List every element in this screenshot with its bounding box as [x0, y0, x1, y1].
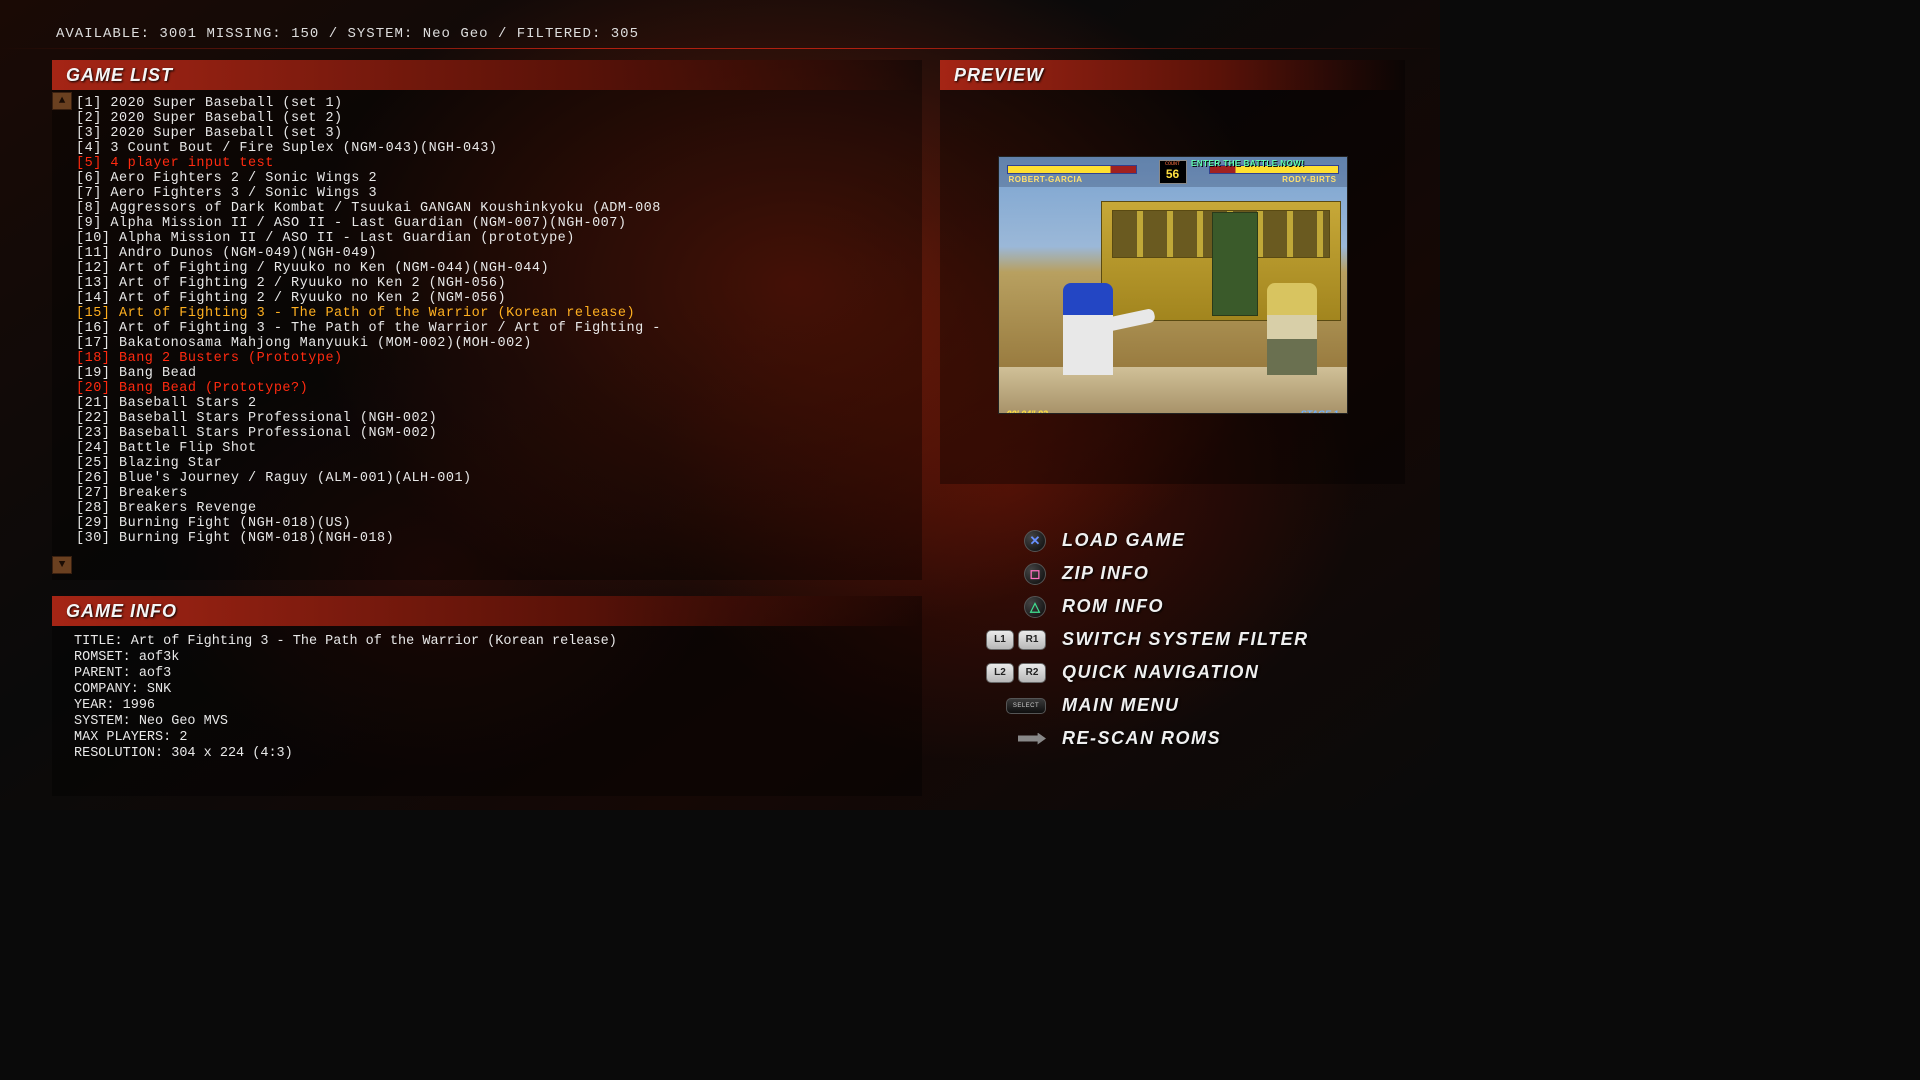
- preview-timer: COUNT 56: [1159, 160, 1187, 184]
- game-row[interactable]: [14] Art of Fighting 2 / Ryuuko no Ken 2…: [76, 291, 912, 306]
- preview-fighter-p2: [1267, 283, 1317, 375]
- info-title-value: Art of Fighting 3 - The Path of the Warr…: [131, 634, 617, 649]
- info-players-label: MAX PLAYERS:: [74, 730, 171, 745]
- r1-button-icon: R1: [1018, 630, 1046, 650]
- game-list-header: GAME LIST: [52, 60, 922, 90]
- select-button-icon: SELECT: [1006, 698, 1046, 714]
- l2-button-icon: L2: [986, 663, 1014, 683]
- preview-name-p2: RODY-BIRTS: [1282, 175, 1336, 184]
- action-quick-nav[interactable]: L2 R2 QUICK NAVIGATION: [966, 656, 1406, 689]
- start-button-icon: [1006, 732, 1046, 746]
- game-row[interactable]: [30] Burning Fight (NGM-018)(NGH-018): [76, 531, 912, 546]
- game-row[interactable]: [6] Aero Fighters 2 / Sonic Wings 2: [76, 171, 912, 186]
- game-row[interactable]: [8] Aggressors of Dark Kombat / Tsuukai …: [76, 201, 912, 216]
- game-row[interactable]: [24] Battle Flip Shot: [76, 441, 912, 456]
- preview-panel: PREVIEW ROBERT-GARCIA RODY-BIRTS COUNT 5…: [940, 60, 1405, 484]
- square-button-icon: ◻: [1024, 563, 1046, 585]
- game-row[interactable]: [16] Art of Fighting 3 - The Path of the…: [76, 321, 912, 336]
- action-rescan-roms[interactable]: RE-SCAN ROMS: [966, 722, 1406, 755]
- filtered-label: FILTERED:: [517, 26, 602, 42]
- info-year-label: YEAR:: [74, 698, 115, 713]
- game-row[interactable]: [1] 2020 Super Baseball (set 1): [76, 96, 912, 111]
- info-res-value: 304 x 224 (4:3): [171, 746, 293, 761]
- info-players-value: 2: [179, 730, 187, 745]
- game-row[interactable]: [4] 3 Count Bout / Fire Suplex (NGM-043)…: [76, 141, 912, 156]
- game-row[interactable]: [20] Bang Bead (Prototype?): [76, 381, 912, 396]
- action-load-game[interactable]: ✕ LOAD GAME: [966, 524, 1406, 557]
- available-value: 3001: [159, 26, 197, 42]
- r2-button-icon: R2: [1018, 663, 1046, 683]
- game-info-title: GAME INFO: [66, 601, 177, 622]
- preview-name-p1: ROBERT-GARCIA: [1009, 175, 1083, 184]
- preview-enter-battle: ENTER THE BATTLE.NOW!: [1191, 159, 1304, 168]
- game-row[interactable]: [11] Andro Dunos (NGM-049)(NGH-049): [76, 246, 912, 261]
- preview-time: 00' 04" 92: [1007, 409, 1048, 414]
- preview-title: PREVIEW: [954, 65, 1044, 86]
- action-switch-filter[interactable]: L1 R1 SWITCH SYSTEM FILTER: [966, 623, 1406, 656]
- scroll-up-icon[interactable]: ▲: [52, 92, 72, 110]
- missing-value: 150: [291, 26, 319, 42]
- game-row[interactable]: [5] 4 player input test: [76, 156, 912, 171]
- l1-button-icon: L1: [986, 630, 1014, 650]
- game-row[interactable]: [19] Bang Bead: [76, 366, 912, 381]
- game-row[interactable]: [10] Alpha Mission II / ASO II - Last Gu…: [76, 231, 912, 246]
- game-row[interactable]: [18] Bang 2 Busters (Prototype): [76, 351, 912, 366]
- info-title-label: TITLE:: [74, 634, 123, 649]
- game-row[interactable]: [26] Blue's Journey / Raguy (ALM-001)(AL…: [76, 471, 912, 486]
- game-row[interactable]: [28] Breakers Revenge: [76, 501, 912, 516]
- info-company-label: COMPANY:: [74, 682, 139, 697]
- game-row[interactable]: [15] Art of Fighting 3 - The Path of the…: [76, 306, 912, 321]
- game-row[interactable]: [2] 2020 Super Baseball (set 2): [76, 111, 912, 126]
- divider-line: [0, 48, 1440, 49]
- preview-body: ROBERT-GARCIA RODY-BIRTS COUNT 56 ENTER …: [940, 90, 1405, 480]
- info-parent-label: PARENT:: [74, 666, 131, 681]
- missing-label: MISSING:: [206, 26, 281, 42]
- info-company-value: SNK: [147, 682, 171, 697]
- action-zip-info[interactable]: ◻ ZIP INFO: [966, 557, 1406, 590]
- game-row[interactable]: [21] Baseball Stars 2: [76, 396, 912, 411]
- system-label: SYSTEM:: [348, 26, 414, 42]
- info-romset-value: aof3k: [139, 650, 180, 665]
- preview-header: PREVIEW: [940, 60, 1405, 90]
- filtered-value: 305: [611, 26, 639, 42]
- game-list-title: GAME LIST: [66, 65, 173, 86]
- triangle-button-icon: △: [1024, 596, 1046, 618]
- game-row[interactable]: [17] Bakatonosama Mahjong Manyuuki (MOM-…: [76, 336, 912, 351]
- game-row[interactable]: [3] 2020 Super Baseball (set 3): [76, 126, 912, 141]
- info-system-value: Neo Geo MVS: [139, 714, 228, 729]
- preview-fighter-p1: [1063, 283, 1113, 375]
- game-row[interactable]: [7] Aero Fighters 3 / Sonic Wings 3: [76, 186, 912, 201]
- game-row[interactable]: [12] Art of Fighting / Ryuuko no Ken (NG…: [76, 261, 912, 276]
- info-year-value: 1996: [123, 698, 155, 713]
- action-menu: ✕ LOAD GAME ◻ ZIP INFO △ ROM INFO L1 R1 …: [966, 524, 1406, 755]
- preview-screenshot: ROBERT-GARCIA RODY-BIRTS COUNT 56 ENTER …: [998, 156, 1348, 414]
- info-res-label: RESOLUTION:: [74, 746, 163, 761]
- game-row[interactable]: [22] Baseball Stars Professional (NGH-00…: [76, 411, 912, 426]
- stats-bar: AVAILABLE: 3001 MISSING: 150 / SYSTEM: N…: [56, 26, 639, 42]
- action-main-menu[interactable]: SELECT MAIN MENU: [966, 689, 1406, 722]
- preview-stage: STAGE.1: [1301, 409, 1339, 414]
- game-row[interactable]: [9] Alpha Mission II / ASO II - Last Gua…: [76, 216, 912, 231]
- preview-hp-p1: [1007, 165, 1137, 174]
- scroll-down-icon[interactable]: ▼: [52, 556, 72, 574]
- game-row[interactable]: [13] Art of Fighting 2 / Ryuuko no Ken 2…: [76, 276, 912, 291]
- action-rom-info[interactable]: △ ROM INFO: [966, 590, 1406, 623]
- game-row[interactable]: [23] Baseball Stars Professional (NGM-00…: [76, 426, 912, 441]
- game-info-panel: GAME INFO TITLE: Art of Fighting 3 - The…: [52, 596, 922, 796]
- game-row[interactable]: [25] Blazing Star: [76, 456, 912, 471]
- game-row[interactable]: [27] Breakers: [76, 486, 912, 501]
- system-value: Neo Geo: [423, 26, 489, 42]
- info-parent-value: aof3: [139, 666, 171, 681]
- cross-button-icon: ✕: [1024, 530, 1046, 552]
- game-list-panel: GAME LIST ▲ ▼ [1] 2020 Super Baseball (s…: [52, 60, 922, 580]
- game-list-body[interactable]: ▲ ▼ [1] 2020 Super Baseball (set 1)[2] 2…: [52, 90, 922, 576]
- available-label: AVAILABLE:: [56, 26, 150, 42]
- info-romset-label: ROMSET:: [74, 650, 131, 665]
- game-row[interactable]: [29] Burning Fight (NGH-018)(US): [76, 516, 912, 531]
- game-info-body: TITLE: Art of Fighting 3 - The Path of t…: [52, 626, 922, 772]
- game-info-header: GAME INFO: [52, 596, 922, 626]
- preview-hud-top: ROBERT-GARCIA RODY-BIRTS COUNT 56 ENTER …: [999, 157, 1347, 187]
- info-system-label: SYSTEM:: [74, 714, 131, 729]
